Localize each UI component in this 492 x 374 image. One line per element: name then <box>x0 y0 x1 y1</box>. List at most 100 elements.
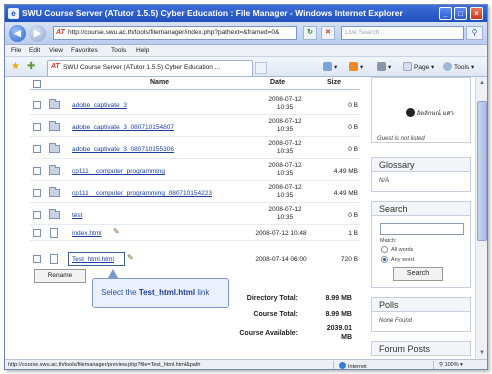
row-date: 2008-07-14 06:00 <box>255 256 307 263</box>
table-row: adobe_captivate_3_080710154807 2008-07-1… <box>30 115 360 137</box>
glossary-body: N/A <box>371 172 471 192</box>
add-favorite-icon[interactable]: ✚ <box>27 61 35 72</box>
page-favicon-icon: AT <box>56 29 65 36</box>
column-header-date[interactable]: Date <box>270 79 285 86</box>
course-available-unit: MB <box>341 334 352 341</box>
feeds-icon <box>349 62 358 71</box>
polls-body: None Found <box>371 312 471 332</box>
menu-file[interactable]: File <box>11 47 21 54</box>
home-button[interactable]: ▾ <box>323 62 337 71</box>
file-link[interactable]: test <box>72 212 82 219</box>
column-header-name[interactable]: Name <box>150 79 169 86</box>
file-link[interactable]: cp111__computer_programming <box>72 168 165 175</box>
print-button[interactable]: ▾ <box>377 62 391 71</box>
table-row: test 2008-07-12 10:35 0 B <box>30 203 360 225</box>
minimize-button[interactable]: _ <box>439 7 452 20</box>
row-size: 0 B <box>348 124 358 131</box>
close-button[interactable]: × <box>470 7 483 20</box>
row-checkbox[interactable] <box>33 229 41 237</box>
feeds-button[interactable]: ▾ <box>349 62 363 71</box>
forward-button[interactable]: ▶ <box>29 25 46 42</box>
table-row: index.html ✎ 2008-07-12 10:48 1 B <box>30 225 360 241</box>
page-menu-button[interactable]: Page ▾ <box>403 62 434 71</box>
file-link[interactable]: cp111__computer_programming_080710154223 <box>72 190 212 197</box>
search-icon[interactable]: ⚲ <box>466 26 483 40</box>
browser-tab[interactable]: AT SWU Course Server (ATutor 1.5.5) Cybe… <box>47 60 253 76</box>
folder-icon <box>49 121 60 131</box>
menu-tools[interactable]: Tools <box>111 47 126 54</box>
file-icon <box>50 228 58 238</box>
favorites-star-icon[interactable]: ★ <box>11 61 20 72</box>
status-bar: http://course.swu.ac.th/tools/filemanage… <box>5 359 487 369</box>
file-manager-panel: Name Date Size adobe_captivate_3 2008-07… <box>30 77 360 359</box>
new-tab-button[interactable] <box>255 62 267 74</box>
table-row: cp111__computer_programming 2008-07-12 10… <box>30 159 360 181</box>
rename-button[interactable]: Rename <box>34 269 86 283</box>
vertical-scrollbar[interactable]: ▲ ▼ <box>475 77 487 359</box>
menu-view[interactable]: View <box>49 47 63 54</box>
refresh-button[interactable]: ↻ <box>303 26 317 40</box>
folder-icon <box>49 143 60 153</box>
page-icon <box>403 62 412 71</box>
file-link[interactable]: adobe_captivate_3_080710154807 <box>72 124 174 131</box>
callout-pointer <box>108 269 118 278</box>
home-icon <box>323 62 332 71</box>
zoom-level[interactable]: ⚲ 100% ▾ <box>439 362 463 368</box>
menu-edit[interactable]: Edit <box>29 47 40 54</box>
row-checkbox[interactable] <box>33 255 41 263</box>
row-size: 4.49 MB <box>333 168 358 175</box>
edit-pencil-icon[interactable]: ✎ <box>113 227 120 236</box>
column-header-size[interactable]: Size <box>327 79 341 86</box>
row-checkbox[interactable] <box>33 123 41 131</box>
guest-status: Guest is not listed <box>377 136 425 142</box>
polls-value: None Found <box>379 318 413 324</box>
address-bar[interactable]: AT http://course.swu.ac.th/tools/fileman… <box>53 26 297 40</box>
all-words-radio[interactable] <box>381 246 388 253</box>
file-link[interactable]: index.html <box>72 230 102 237</box>
row-size: 1 B <box>348 230 358 237</box>
link-highlight-box <box>68 252 125 266</box>
maximize-button[interactable]: □ <box>454 7 467 20</box>
row-checkbox[interactable] <box>33 101 41 109</box>
scrollbar-thumb[interactable] <box>477 101 487 241</box>
table-row: adobe_captivate_3 2008-07-12 10:35 0 B <box>30 93 360 115</box>
row-checkbox[interactable] <box>33 189 41 197</box>
course-available-label: Course Available: <box>239 330 298 337</box>
scroll-up-icon[interactable]: ▲ <box>477 78 487 88</box>
select-all-checkbox[interactable] <box>33 80 41 88</box>
file-link[interactable]: adobe_captivate_3 <box>72 102 127 109</box>
magnifier-icon: ⚲ <box>439 362 444 368</box>
folder-icon <box>49 187 60 197</box>
file-link[interactable]: adobe_captivate_3_080710155306 <box>72 146 174 153</box>
course-total-label: Course Total: <box>253 311 298 318</box>
edit-pencil-icon[interactable]: ✎ <box>127 253 134 262</box>
row-size: 4.49 MB <box>333 190 358 197</box>
row-date: 2008-07-12 10:35 <box>268 206 302 221</box>
menu-favorites[interactable]: Favorites <box>71 47 98 54</box>
row-checkbox[interactable] <box>33 145 41 153</box>
scroll-down-icon[interactable]: ▼ <box>477 348 487 358</box>
row-size: 720 B <box>341 256 358 263</box>
sidebar-search-button[interactable]: Search <box>393 267 443 281</box>
row-checkbox[interactable] <box>33 167 41 175</box>
menu-bar: File Edit View Favorites Tools Help <box>5 45 487 57</box>
instruction-callout: Select the Test_html.html link <box>92 278 229 308</box>
tools-menu-button[interactable]: Tools ▾ <box>443 62 474 71</box>
print-icon <box>377 62 386 71</box>
tab-favicon-icon: AT <box>51 63 60 70</box>
stop-button[interactable]: ✕ <box>321 26 335 40</box>
status-divider <box>333 361 334 369</box>
user-box: อัตลักษณ์ มศว Guest is not listed <box>371 77 471 143</box>
search-title: Search <box>371 201 471 216</box>
back-button[interactable]: ◀ <box>9 25 26 42</box>
live-search-input[interactable]: Live Search <box>341 26 464 40</box>
sidebar-search-input[interactable] <box>380 223 464 235</box>
any-word-radio[interactable] <box>381 256 388 263</box>
menu-help[interactable]: Help <box>136 47 149 54</box>
page-content: Name Date Size adobe_captivate_3 2008-07… <box>5 77 487 359</box>
right-sidebar: อัตลักษณ์ มศว Guest is not listed Glossa… <box>371 77 471 359</box>
row-checkbox[interactable] <box>33 211 41 219</box>
course-available-value: 2039.01 <box>326 325 352 332</box>
status-url: http://course.swu.ac.th/tools/filemanage… <box>8 362 201 368</box>
ie-icon: e <box>8 8 19 19</box>
